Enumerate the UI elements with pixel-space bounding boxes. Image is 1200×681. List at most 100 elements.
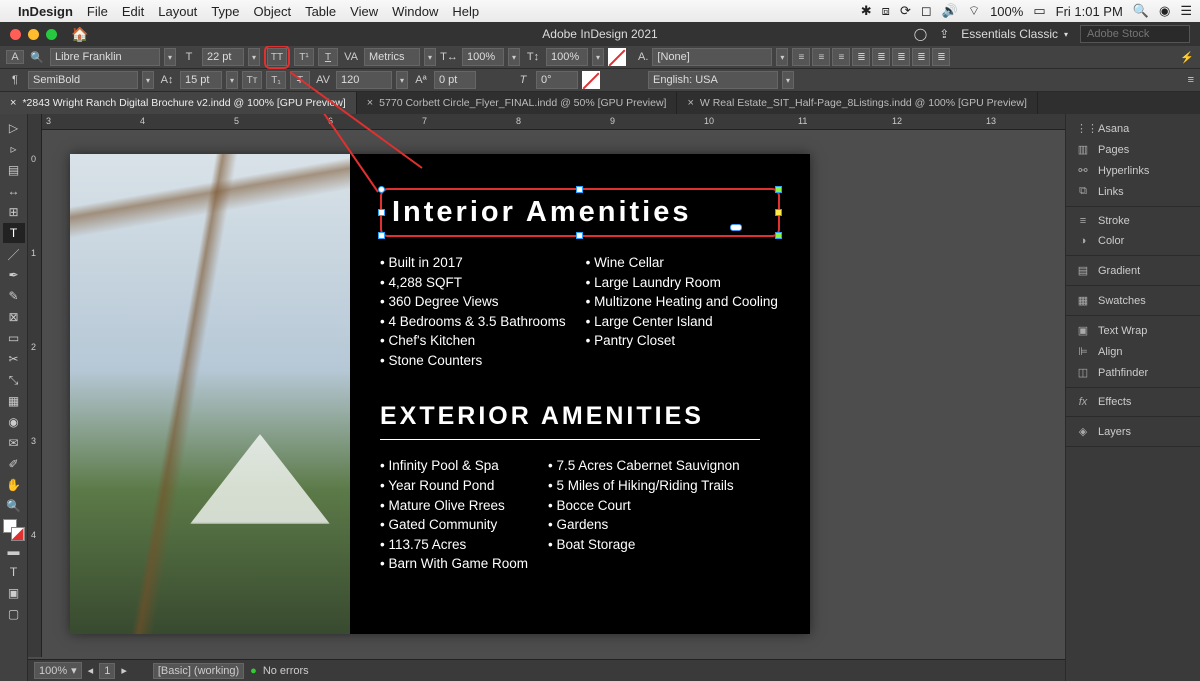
selected-text-frame[interactable]: Interior Amenities [380,188,780,237]
panel-links[interactable]: ⧉Links [1066,181,1200,202]
horiz-scale-field[interactable] [462,48,504,66]
page-field[interactable]: 1 [99,663,115,679]
font-style-field[interactable] [28,71,138,89]
menu-type[interactable]: Type [211,4,239,19]
share-icon[interactable]: ⇪ [939,27,949,41]
panel-align[interactable]: ⊫Align [1066,341,1200,362]
window-zoom-button[interactable] [46,29,57,40]
tab-close-icon[interactable]: × [687,97,693,109]
app-menu[interactable]: InDesign [18,4,73,19]
tab-close-icon[interactable]: × [10,97,16,109]
heading-interior[interactable]: Interior Amenities [392,196,768,229]
menu-view[interactable]: View [350,4,378,19]
justify-button[interactable]: ≣ [852,48,870,66]
panel-menu-icon[interactable]: ≡ [1188,74,1194,86]
free-transform-tool[interactable]: ⤡ [3,370,25,390]
superscript-button[interactable]: T¹ [294,48,314,66]
justify-center-button[interactable]: ≣ [892,48,910,66]
font-family-dropdown[interactable]: ▾ [164,48,176,66]
font-size-field[interactable] [202,48,244,66]
panel-asana[interactable]: ⋮⋮Asana [1066,118,1200,139]
window-minimize-button[interactable] [28,29,39,40]
zoom-level[interactable]: 100% ▾ [34,662,82,679]
panel-hyperlinks[interactable]: ⚯Hyperlinks [1066,160,1200,181]
battery-icon[interactable]: ▭ [1033,3,1045,19]
fill-swatch[interactable] [608,48,626,66]
content-collector-tool[interactable]: ⊞ [3,202,25,222]
panel-color[interactable]: ◑Color [1066,231,1200,251]
gradient-feather-tool[interactable]: ◉ [3,412,25,432]
horiz-scale-dropdown[interactable]: ▾ [508,48,520,66]
tab-doc-3[interactable]: ×W Real Estate_SIT_Half-Page_8Listings.i… [677,92,1037,114]
siri-icon[interactable]: ◉ [1159,3,1170,19]
note-tool[interactable]: ✉ [3,433,25,453]
menu-window[interactable]: Window [392,4,438,19]
tab-doc-1[interactable]: ×*2843 Wright Ranch Digital Brochure v2.… [0,92,357,114]
baseline-field[interactable] [434,71,476,89]
rectangle-frame-tool[interactable]: ⊠ [3,307,25,327]
panel-swatches[interactable]: ▦Swatches [1066,290,1200,311]
language-field[interactable] [648,71,778,89]
language-dropdown[interactable]: ▾ [782,71,794,89]
apply-color[interactable]: ▬ [3,541,25,561]
font-size-dropdown[interactable]: ▾ [248,48,260,66]
page-prev-button[interactable]: ◂ [88,664,94,677]
overset-indicator[interactable] [730,224,742,231]
vertical-ruler[interactable]: 0 1 2 3 4 [28,114,42,657]
zoom-tool[interactable]: 🔍 [3,496,25,516]
evernote-icon[interactable]: ✱ [861,3,872,19]
underline-button[interactable]: T [318,48,338,66]
align-right-button[interactable]: ≡ [832,48,850,66]
tracking-dropdown[interactable]: ▾ [396,71,408,89]
panel-pages[interactable]: ▥Pages [1066,139,1200,160]
tab-close-icon[interactable]: × [367,97,373,109]
leading-dropdown[interactable]: ▾ [226,71,238,89]
line-tool[interactable]: ／ [3,244,25,264]
kerning-field[interactable] [364,48,420,66]
strikethrough-button[interactable]: T [290,71,310,89]
panel-stroke[interactable]: ≡Stroke [1066,211,1200,231]
menu-help[interactable]: Help [452,4,479,19]
dropbox-icon[interactable]: ⧈ [882,3,890,19]
panel-pathfinder[interactable]: ◫Pathfinder [1066,362,1200,383]
view-mode-normal[interactable]: ▣ [3,583,25,603]
panel-layers[interactable]: ◈Layers [1066,421,1200,442]
menu-edit[interactable]: Edit [122,4,144,19]
tips-icon[interactable]: ◯ [914,27,927,41]
pen-tool[interactable]: ✒ [3,265,25,285]
leading-field[interactable] [180,71,222,89]
menu-object[interactable]: Object [254,4,292,19]
font-family-field[interactable] [50,48,160,66]
character-formatting-icon[interactable]: A [6,50,24,64]
view-mode-preview[interactable]: ▢ [3,604,25,624]
canvas[interactable]: 3 4 5 6 7 8 9 10 11 12 13 0 1 2 3 4 Inte… [28,114,1065,681]
panel-text-wrap[interactable]: ▣Text Wrap [1066,320,1200,341]
quick-apply-icon[interactable]: ⚡ [1180,51,1194,64]
stroke-swatch[interactable] [582,71,600,89]
formatting-affects-text[interactable]: T [3,562,25,582]
pencil-tool[interactable]: ✎ [3,286,25,306]
menu-table[interactable]: Table [305,4,336,19]
tracking-field[interactable] [336,71,392,89]
align-center-button[interactable]: ≡ [812,48,830,66]
control-center-icon[interactable]: ☰ [1180,3,1192,19]
spotlight-icon[interactable]: 🔍 [1133,3,1149,19]
char-style-dropdown[interactable]: ▾ [776,48,788,66]
sync-icon[interactable]: ⟳ [900,3,911,19]
clock[interactable]: Fri 1:01 PM [1056,4,1123,19]
preflight-status[interactable]: No errors [263,665,309,677]
search-icon[interactable]: 🔍 [28,51,46,64]
page-next-button[interactable]: ▸ [121,664,127,677]
panel-effects[interactable]: fxEffects [1066,392,1200,412]
all-caps-button[interactable]: TT [267,48,287,66]
rectangle-tool[interactable]: ▭ [3,328,25,348]
fill-stroke-swatches[interactable] [3,519,25,541]
placed-image[interactable] [70,154,350,634]
small-caps-button[interactable]: Tᴛ [242,71,262,89]
justify-all-button[interactable]: ≣ [932,48,950,66]
tab-doc-2[interactable]: ×5770 Corbett Circle_Flyer_FINAL.indd @ … [357,92,678,114]
panel-gradient[interactable]: ▤Gradient [1066,260,1200,281]
justify-right-button[interactable]: ≣ [912,48,930,66]
menu-layout[interactable]: Layout [158,4,197,19]
horizontal-ruler[interactable]: 3 4 5 6 7 8 9 10 11 12 13 [42,114,1065,130]
